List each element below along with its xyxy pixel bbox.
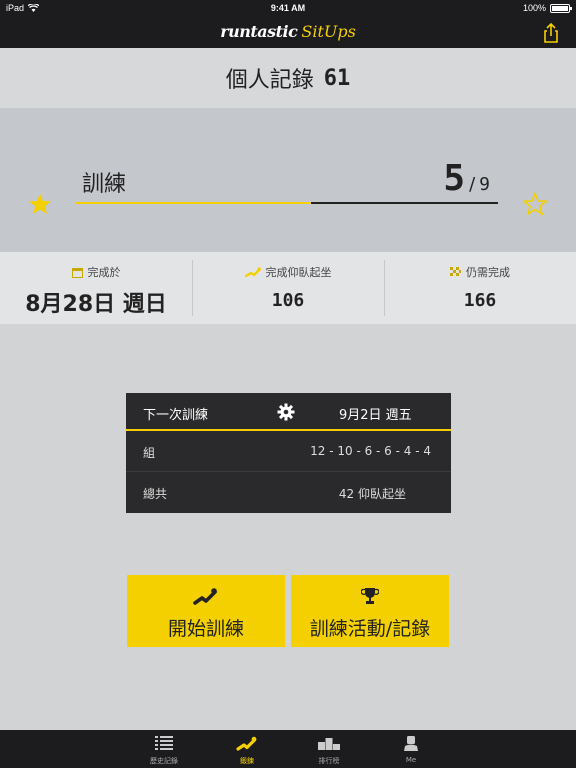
personal-record-value: 61 (323, 65, 351, 91)
next-training-date: 9月2日 週五 (339, 408, 412, 423)
nav-bar: runtastic SitUps (0, 18, 576, 48)
situp-icon (244, 267, 261, 277)
finish-flag-icon (450, 266, 461, 276)
training-progress-panel: 訓練 5 / 9 (0, 108, 576, 252)
sets-label: 組 (143, 446, 156, 460)
trophy-icon (361, 588, 379, 604)
stat-remaining-value: 166 (463, 290, 497, 311)
calendar-icon (71, 267, 83, 278)
tab-me-icon-wrap (376, 736, 446, 751)
tab-leaderboard[interactable]: 排行榜 (294, 730, 364, 768)
battery-percent: 100% (522, 3, 546, 13)
star-filled-icon (29, 193, 51, 214)
tab-bar: 歷史記錄 鍛鍊 排行榜 Me (0, 730, 576, 768)
total-value: 42 仰臥起坐 (338, 487, 406, 501)
start-training-icon-wrap (127, 587, 285, 605)
training-progress-bar (76, 202, 498, 204)
activity-records-button[interactable]: 訓練活動/記錄 (291, 575, 449, 647)
star-outline-icon (523, 192, 547, 216)
tab-history[interactable]: 歷史記錄 (129, 730, 199, 768)
personal-record: 個人記錄 61 (0, 48, 576, 108)
stats-row: 完成於 8月28日 週日 完成仰臥起坐 106 仍需完成 166 (0, 252, 576, 324)
next-training-title: 下一次訓練 (143, 408, 209, 423)
list-icon (155, 736, 173, 750)
next-training-header: 下一次訓練 9月2日 週五 (126, 393, 451, 431)
tab-history-icon-wrap (129, 736, 199, 750)
tab-me-label: Me (405, 756, 417, 764)
share-icon[interactable] (540, 22, 562, 44)
stat-completed-on-value: 8月28日 週日 (25, 292, 167, 317)
activity-records-label: 訓練活動/記錄 (309, 618, 431, 640)
stat-completed-on: 完成於 8月28日 週日 (0, 252, 192, 324)
stat-completed-on-head: 完成於 (0, 264, 192, 280)
next-training-sets-row: 組 12 - 10 - 6 - 6 - 4 - 4 (126, 431, 451, 471)
situp-icon (193, 588, 217, 605)
status-bar: iPad 9:41 AM 100% (0, 0, 576, 18)
tab-leaderboard-label: 排行榜 (318, 757, 340, 765)
training-progress-fill (76, 202, 311, 204)
start-training-label: 開始訓練 (167, 618, 244, 640)
activity-icon-wrap (291, 587, 449, 605)
app-logo: runtastic SitUps (0, 22, 576, 41)
training-separator: / (469, 174, 476, 195)
training-progress-value: 5 / 9 (443, 158, 490, 199)
tab-leaderboard-icon-wrap (294, 736, 364, 750)
tab-workout[interactable]: 鍛鍊 (212, 730, 282, 768)
gear-icon[interactable] (277, 403, 295, 421)
training-current: 5 (443, 158, 466, 199)
podium-icon (318, 738, 340, 750)
next-training-total-row: 總共 42 仰臥起坐 (126, 471, 451, 511)
battery-icon (550, 3, 572, 13)
tab-workout-label: 鍛鍊 (240, 757, 254, 765)
stat-remaining-head: 仍需完成 (384, 264, 576, 280)
tab-me[interactable]: Me (376, 730, 446, 768)
stat-remaining-label: 仍需完成 (466, 266, 510, 279)
logo-app: SitUps (301, 22, 356, 41)
personal-record-label: 個人記錄 (225, 68, 314, 93)
start-training-button[interactable]: 開始訓練 (127, 575, 285, 647)
training-total: 9 (479, 174, 490, 195)
logo-brand: runtastic (220, 22, 298, 41)
stat-situps-done-label: 完成仰臥起坐 (265, 266, 332, 279)
status-time: 9:41 AM (270, 3, 306, 13)
stat-situps-done-head: 完成仰臥起坐 (192, 264, 384, 280)
total-label: 總共 (143, 487, 168, 501)
sets-value: 12 - 10 - 6 - 6 - 4 - 4 (310, 444, 431, 458)
training-label: 訓練 (82, 172, 127, 197)
next-training-card: 下一次訓練 9月2日 週五 組 12 - 10 - 6 - 6 - 4 - 4 … (126, 393, 451, 513)
stat-completed-on-label: 完成於 (87, 266, 121, 279)
tab-workout-icon-wrap (212, 736, 282, 751)
stat-situps-done-value: 106 (271, 290, 305, 311)
stat-remaining: 仍需完成 166 (384, 252, 576, 324)
status-right: 100% (522, 3, 572, 13)
tab-history-label: 歷史記錄 (150, 757, 178, 765)
stat-situps-done: 完成仰臥起坐 106 (192, 252, 384, 324)
situp-icon (236, 736, 257, 751)
person-icon (404, 736, 418, 751)
